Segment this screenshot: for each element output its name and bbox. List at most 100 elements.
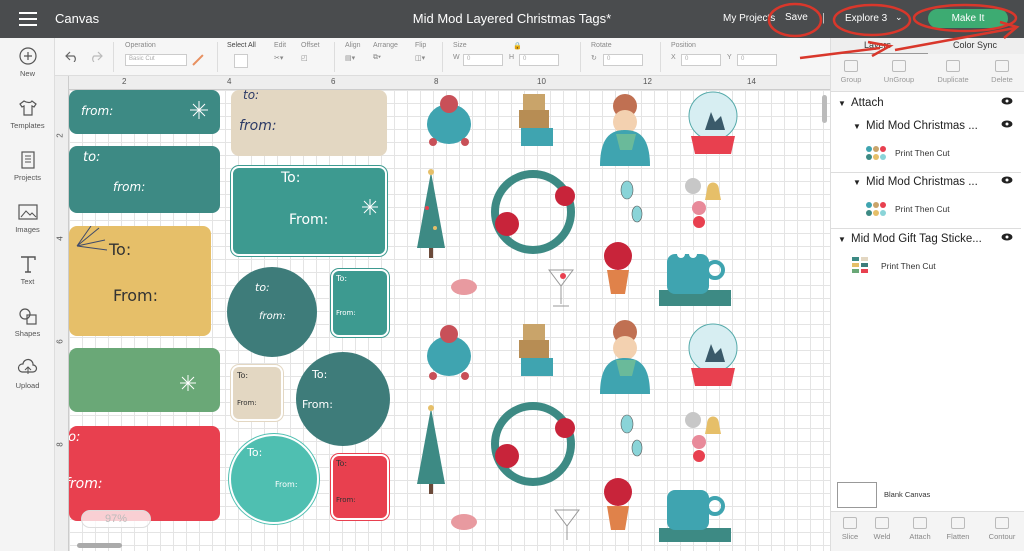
my-projects-link[interactable]: My Projects <box>723 13 775 24</box>
blank-canvas-swatch[interactable] <box>837 482 877 508</box>
upload-button[interactable]: Upload <box>0 358 55 390</box>
weld-button[interactable]: Weld <box>863 517 901 541</box>
boxes-sticker[interactable] <box>515 92 561 148</box>
slice-label: Slice <box>841 532 859 541</box>
eye-icon[interactable] <box>1001 120 1013 128</box>
shapes-button[interactable]: Shapes <box>0 306 55 338</box>
pen-color-swatch[interactable] <box>192 54 204 66</box>
ornament-sticker[interactable] <box>617 178 647 228</box>
lock-icon[interactable]: 🔒 <box>513 42 522 50</box>
gift-tag[interactable]: To: From: <box>331 454 389 520</box>
poinsettia-sticker[interactable] <box>595 240 641 296</box>
christmas-tree-sticker[interactable] <box>413 168 449 260</box>
eye-icon[interactable] <box>1001 233 1013 241</box>
gift-tag[interactable]: To: From: <box>231 166 387 256</box>
ornaments-bell-sticker[interactable] <box>681 408 727 468</box>
tab-layers[interactable]: Layers <box>864 40 891 50</box>
snow-globe-sticker[interactable] <box>685 90 741 156</box>
undo-icon[interactable] <box>65 50 79 62</box>
collapse-arrow-icon[interactable]: ▼ <box>853 122 861 131</box>
round-gift-tag[interactable]: to: from: <box>227 267 317 357</box>
arrange-group[interactable]: Arrange ⧉▾ <box>373 42 398 61</box>
ornament-sticker[interactable] <box>449 273 479 297</box>
cocktail-sticker[interactable] <box>547 266 575 310</box>
projects-button[interactable]: Projects <box>0 150 55 182</box>
horizontal-scrollbar[interactable] <box>77 543 122 548</box>
ornament-sticker[interactable] <box>449 508 479 532</box>
height-input[interactable]: 0 <box>519 54 559 66</box>
gift-tag[interactable]: To: From: <box>231 365 283 421</box>
poinsettia-sticker[interactable] <box>595 476 641 532</box>
cocoa-mug-sticker[interactable] <box>653 476 735 546</box>
tag-to-text: To: <box>336 459 348 468</box>
mug-sticker[interactable] <box>419 320 479 386</box>
gift-tag[interactable]: to: from: <box>69 426 220 521</box>
mug-sticker[interactable] <box>419 90 479 150</box>
y-input[interactable]: 0 <box>737 54 777 66</box>
eye-icon[interactable] <box>1001 97 1013 105</box>
gift-tag[interactable] <box>69 348 220 412</box>
group-button[interactable]: Group <box>831 60 871 84</box>
tag-from-text: From: <box>289 212 329 228</box>
wreath-sticker[interactable] <box>487 400 583 488</box>
sunburst-icon <box>76 226 108 251</box>
gift-tag[interactable]: To: From: <box>69 226 211 336</box>
collapse-arrow-icon[interactable]: ▼ <box>838 99 846 108</box>
width-value: 0 <box>467 56 471 62</box>
left-ruler: 2 4 6 8 <box>55 76 69 551</box>
flatten-button[interactable]: Flatten <box>939 517 977 541</box>
make-it-button[interactable]: Make It <box>928 9 1008 28</box>
gift-tag[interactable]: to: from: <box>69 146 220 213</box>
girl-sticker[interactable] <box>594 92 656 168</box>
cocktail-sticker[interactable] <box>553 506 581 542</box>
attach-label: Attach <box>909 532 931 541</box>
attach-button[interactable]: Attach <box>901 517 939 541</box>
machine-select[interactable]: Explore 3 ⌄ <box>845 12 903 24</box>
ornament-sticker[interactable] <box>617 412 647 462</box>
snow-globe-sticker[interactable] <box>685 322 741 388</box>
duplicate-icon <box>946 60 960 72</box>
templates-button[interactable]: Templates <box>0 98 55 130</box>
eye-icon[interactable] <box>1001 176 1013 184</box>
collapse-arrow-icon[interactable]: ▼ <box>853 178 861 187</box>
upload-label: Upload <box>15 381 40 390</box>
wreath-sticker[interactable] <box>487 168 583 258</box>
width-input[interactable]: 0 <box>463 54 503 66</box>
christmas-tree-sticker[interactable] <box>413 404 449 496</box>
duplicate-button[interactable]: Duplicate <box>933 60 973 84</box>
gift-tag[interactable]: To: From: <box>331 269 389 337</box>
ungroup-button[interactable]: UnGroup <box>879 60 919 84</box>
design-canvas[interactable]: from: to: from: To: From: to: from: to: … <box>69 90 830 551</box>
operation-select[interactable]: Basic Cut <box>125 54 187 66</box>
rotate-input[interactable]: 0 <box>603 54 643 66</box>
boxes-sticker[interactable] <box>515 322 561 380</box>
tab-color-sync[interactable]: Color Sync <box>953 40 997 50</box>
offset-group[interactable]: Offset ◰ <box>301 42 320 62</box>
contour-label: Contour <box>988 532 1016 541</box>
girl-sticker[interactable] <box>594 318 656 396</box>
ornaments-bell-sticker[interactable] <box>681 174 727 234</box>
x-input[interactable]: 0 <box>681 54 721 66</box>
gift-tag[interactable]: from: <box>69 90 220 134</box>
new-button[interactable]: New <box>0 46 55 78</box>
edit-group[interactable]: Edit ✂▾ <box>274 42 286 62</box>
images-button[interactable]: Images <box>0 202 55 234</box>
round-gift-tag[interactable]: To: From: <box>229 434 319 524</box>
cocoa-mug-sticker[interactable] <box>653 240 735 310</box>
gift-tag[interactable]: to: from: <box>231 90 387 156</box>
contour-button[interactable]: Contour <box>983 517 1021 541</box>
align-group[interactable]: Align ▤▾ <box>345 42 361 62</box>
size-group: Size W 0 H 0 🔒 <box>453 42 559 66</box>
redo-icon[interactable] <box>89 50 103 62</box>
delete-button[interactable]: Delete <box>982 60 1022 84</box>
text-icon <box>20 256 36 273</box>
save-button[interactable]: Save <box>785 12 808 23</box>
collapse-arrow-icon[interactable]: ▼ <box>838 235 846 244</box>
text-button[interactable]: Text <box>0 254 55 286</box>
zoom-control[interactable]: 97% <box>81 510 151 528</box>
vertical-scrollbar[interactable] <box>822 95 827 123</box>
select-all-group[interactable]: Select All <box>227 42 256 68</box>
flip-group[interactable]: Flip ◫▾ <box>415 42 426 62</box>
round-gift-tag[interactable]: To: From: <box>296 352 390 446</box>
ruler-tick: 10 <box>537 77 546 86</box>
